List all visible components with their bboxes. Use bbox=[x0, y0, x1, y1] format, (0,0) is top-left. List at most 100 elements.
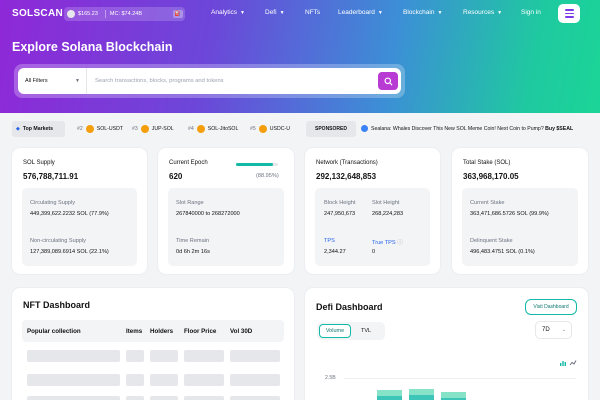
filter-dropdown-label: All Filters bbox=[25, 78, 48, 84]
epoch-value: 620 bbox=[169, 172, 183, 181]
ticker-rank: #5 bbox=[250, 126, 256, 132]
circulating-value: 449,399,622.2232 SOL (77.9%) bbox=[30, 211, 109, 217]
menu-icon[interactable] bbox=[558, 4, 580, 23]
ticker-item[interactable]: #2 SOL-USDT bbox=[77, 125, 123, 133]
tab-tvl[interactable]: TVL bbox=[351, 324, 381, 338]
skeleton-cell bbox=[126, 350, 144, 362]
epoch-progress-bar bbox=[236, 163, 278, 166]
bar-chart-icon[interactable] bbox=[559, 359, 567, 367]
top-nav: SOLSCAN $165.23 MC: $74.24B ⛽ Analytics ▼… bbox=[0, 0, 600, 28]
stake-value: 363,968,170.05 bbox=[463, 172, 519, 181]
network-value: 292,132,648,853 bbox=[316, 172, 377, 181]
ticker-item[interactable]: #4 SOL-JitoSOL bbox=[188, 125, 238, 133]
delinquent-stake-label: Delinquent Stake bbox=[470, 238, 513, 244]
ticker-item[interactable]: #3 JUP-SOL bbox=[132, 125, 174, 133]
nav-leaderboard[interactable]: Leaderboard ▼ bbox=[338, 9, 383, 16]
skeleton-cell bbox=[27, 374, 120, 386]
defi-dashboard-card: Defi Dashboard Visit Dashboard Volume TV… bbox=[305, 288, 588, 400]
total-stake-card: Total Stake (SOL) 363,968,170.05 Current… bbox=[452, 148, 588, 274]
ad-text: Sealana: Whales Discover This New SOL Me… bbox=[371, 125, 544, 132]
sealana-icon bbox=[361, 125, 368, 132]
noncirculating-label: Non-circulating Supply bbox=[30, 238, 86, 244]
nav-sign-in[interactable]: Sign in bbox=[521, 9, 541, 16]
search-input[interactable] bbox=[87, 68, 378, 94]
ticker-pair: JUP-SOL bbox=[151, 126, 174, 132]
epoch-progress-fill bbox=[236, 163, 274, 166]
visit-dashboard-button[interactable]: Visit Dashboard bbox=[525, 299, 577, 315]
tps-value: 2,344.27 bbox=[324, 249, 346, 255]
delinquent-stake-value: 496,483.4751 SOL (0.1%) bbox=[470, 249, 535, 255]
trending-icon: ◆ bbox=[16, 126, 20, 132]
skeleton-cell bbox=[230, 374, 280, 386]
period-select[interactable]: 7D ⌄ bbox=[535, 321, 572, 339]
circulating-label: Circulating Supply bbox=[30, 200, 76, 206]
col-popular-collection: Popular collection bbox=[27, 328, 81, 335]
network-label: Network (Transactions) bbox=[316, 160, 378, 166]
filter-dropdown[interactable]: All Filters ▼ bbox=[18, 68, 87, 94]
chevron-down-icon: ▼ bbox=[240, 10, 245, 16]
gas-icon[interactable]: ⛽ bbox=[172, 10, 183, 18]
skeleton-cell bbox=[230, 350, 280, 362]
nav-leaderboard-label: Leaderboard bbox=[338, 9, 375, 16]
solscan-logo[interactable]: SOLSCAN bbox=[12, 8, 63, 19]
epoch-label: Current Epoch bbox=[169, 160, 208, 166]
sponsored-ad[interactable]: Sealana: Whales Discover This New SOL Me… bbox=[361, 125, 573, 132]
nav-analytics[interactable]: Analytics ▼ bbox=[211, 9, 245, 16]
ticker-rank: #4 bbox=[188, 126, 194, 132]
stake-label: Total Stake (SOL) bbox=[463, 160, 511, 166]
nav-defi[interactable]: Defi ▼ bbox=[265, 9, 285, 16]
block-height-value[interactable]: 247,950,673 bbox=[324, 211, 355, 217]
sol-coin-icon bbox=[67, 10, 75, 18]
ticker-item[interactable]: #5 USDC-U bbox=[250, 125, 290, 133]
true-tps-text: True TPS bbox=[372, 240, 396, 246]
chevron-down-icon: ▼ bbox=[377, 10, 383, 16]
sol-supply-card: SOL Supply 576,788,711.91 Circulating Su… bbox=[12, 148, 147, 274]
coin-icon bbox=[258, 125, 267, 133]
top-markets-label: ◆ Top Markets bbox=[12, 121, 65, 137]
block-height-label: Block Height bbox=[324, 200, 356, 206]
nav-defi-label: Defi bbox=[265, 9, 277, 16]
nav-resources[interactable]: Resources ▼ bbox=[463, 9, 502, 16]
nft-dashboard-title: NFT Dashboard bbox=[23, 300, 91, 310]
skeleton-cell bbox=[150, 350, 178, 362]
slot-range-label: Slot Range bbox=[176, 200, 204, 206]
line-chart-icon[interactable] bbox=[569, 359, 577, 367]
current-stake-label: Current Stake bbox=[470, 200, 505, 206]
gridline bbox=[344, 378, 576, 379]
skeleton-cell bbox=[27, 350, 120, 362]
skeleton-cell bbox=[126, 396, 144, 400]
skeleton-cell bbox=[126, 374, 144, 386]
top-markets-text: Top Markets bbox=[22, 126, 54, 132]
tab-volume[interactable]: Volume bbox=[319, 324, 351, 338]
col-items: Items bbox=[126, 328, 143, 335]
divider bbox=[104, 10, 106, 18]
slot-height-value[interactable]: 268,224,283 bbox=[372, 211, 403, 217]
nav-resources-label: Resources bbox=[463, 9, 495, 16]
sol-supply-label: SOL Supply bbox=[23, 160, 55, 166]
ticker-pair: SOL-JitoSOL bbox=[207, 126, 239, 132]
search-icon bbox=[383, 76, 393, 86]
network-card: Network (Transactions) 292,132,648,853 B… bbox=[305, 148, 440, 274]
nav-nfts[interactable]: NFTs bbox=[305, 9, 320, 16]
noncirculating-value: 127,389,089.6914 SOL (22.1%) bbox=[30, 249, 109, 255]
nav-blockchain[interactable]: Blockchain ▼ bbox=[403, 9, 442, 16]
chart-bar bbox=[377, 396, 402, 400]
search-button[interactable] bbox=[378, 72, 398, 90]
nav-blockchain-label: Blockchain bbox=[403, 9, 435, 16]
chevron-down-icon: ▼ bbox=[75, 78, 80, 84]
ticker-pair: SOL-USDT bbox=[96, 126, 124, 132]
chevron-down-icon: ▼ bbox=[437, 10, 443, 16]
tps-label: TPS bbox=[324, 238, 335, 244]
info-icon[interactable]: ⓘ bbox=[397, 240, 403, 246]
coin-icon bbox=[85, 125, 94, 133]
coin-icon bbox=[196, 125, 205, 133]
defi-dashboard-title: Defi Dashboard bbox=[316, 302, 383, 312]
sol-price-pill: $165.23 MC: $74.24B ⛽ bbox=[64, 7, 185, 21]
market-ticker: ◆ Top Markets #2 SOL-USDT #3 JUP-SOL #4 SOL-… bbox=[12, 121, 588, 137]
ad-cta: Buy $SEAL bbox=[545, 125, 574, 132]
skeleton-cell bbox=[150, 396, 178, 400]
y-axis-tick: 2.5B bbox=[325, 375, 336, 381]
page-title: Explore Solana Blockchain bbox=[12, 40, 173, 54]
sol-price: $165.23 bbox=[78, 11, 98, 17]
ticker-rank: #2 bbox=[77, 126, 83, 132]
